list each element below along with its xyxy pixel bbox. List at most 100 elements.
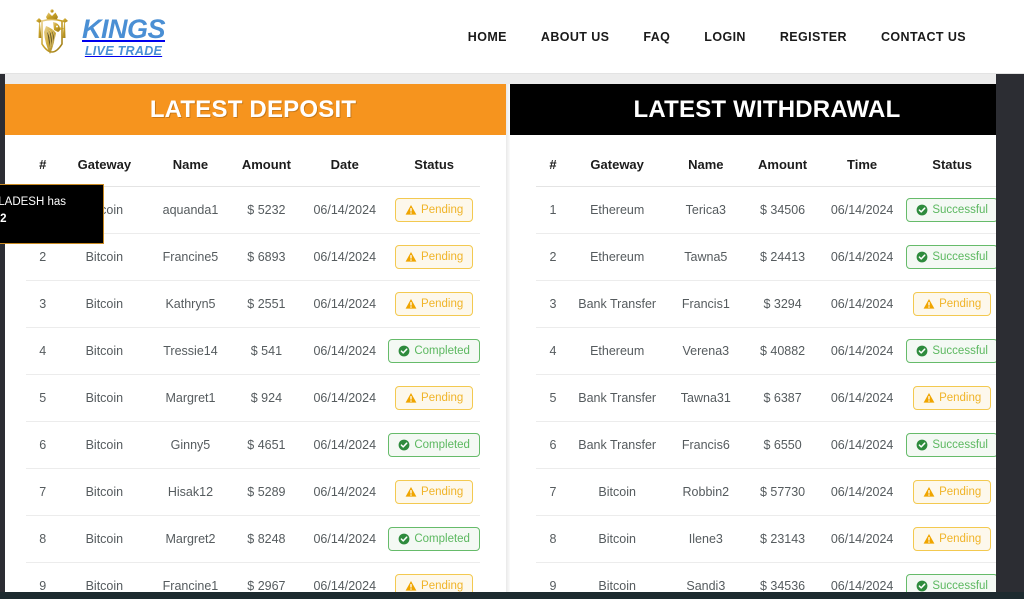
row-amount: $ 5232 — [231, 186, 302, 234]
table-row[interactable]: 4 Bitcoin Tressie14 $ 541 06/14/2024 Complete… — [26, 327, 480, 375]
check-circle-icon — [398, 533, 410, 545]
warning-triangle-icon — [405, 298, 417, 310]
status-badge: Successful — [906, 339, 998, 363]
toast-message: NGLADESH has — [0, 196, 67, 208]
row-date: 06/14/2024 — [817, 374, 907, 422]
status-badge: Pending — [913, 527, 992, 551]
row-date: 06/14/2024 — [301, 280, 389, 328]
withdrawal-table-body: 1 Ethereum Terica3 $ 34506 06/14/2024 Success… — [536, 186, 998, 599]
table-row[interactable]: 8 Bitcoin Margret2 $ 8248 06/14/2024 Complete… — [26, 515, 480, 563]
status-label: Pending — [939, 486, 982, 498]
nav-item-faq[interactable]: FAQ — [643, 30, 670, 44]
status-label: Completed — [414, 439, 470, 451]
status-badge: Completed — [388, 339, 480, 363]
row-name: Francis6 — [664, 421, 748, 469]
table-row[interactable]: 3 Bitcoin Kathryn5 $ 2551 06/14/2024 Pending — [26, 280, 480, 328]
status-label: Completed — [414, 345, 470, 357]
deposit-col-gateway: Gateway — [77, 157, 132, 172]
table-row[interactable]: 7 Bitcoin Robbin2 $ 57730 06/14/2024 Pending — [536, 468, 998, 516]
table-row[interactable]: 4 Ethereum Verena3 $ 40882 06/14/2024 Success… — [536, 327, 998, 375]
row-amount: $ 2551 — [231, 280, 302, 328]
page-root: KINGS LIVE TRADE HOME ABOUT US FAQ LOGIN… — [0, 0, 1024, 599]
row-amount: $ 40882 — [747, 327, 818, 375]
status-badge: Successful — [906, 245, 998, 269]
row-index: 1 — [536, 186, 570, 234]
deposit-col-amount: Amount — [241, 157, 291, 172]
row-name: Francine5 — [149, 233, 232, 281]
latest-withdrawal-title: LATEST WITHDRAWAL — [510, 84, 1024, 135]
row-name: Tressie14 — [149, 327, 232, 375]
withdrawal-col-time: Time — [847, 157, 878, 172]
row-gateway: Bitcoin — [59, 374, 150, 422]
row-index: 8 — [26, 515, 60, 563]
table-row[interactable]: 8 Bitcoin Ilene3 $ 23143 06/14/2024 Pending — [536, 515, 998, 563]
check-circle-icon — [916, 580, 928, 592]
row-amount: $ 3294 — [747, 280, 818, 328]
warning-triangle-icon — [405, 251, 417, 263]
status-label: Pending — [421, 298, 464, 310]
withdrawal-table: # Gateway Name Amount Time Status 1 Ether… — [536, 135, 998, 599]
row-gateway: Bitcoin — [59, 421, 150, 469]
withdrawal-col-gateway: Gateway — [590, 157, 644, 172]
row-date: 06/14/2024 — [817, 468, 907, 516]
frame-edge-bottom — [0, 592, 1024, 599]
check-circle-icon — [916, 439, 928, 451]
status-badge: Pending — [913, 386, 992, 410]
status-badge: Completed — [388, 527, 480, 551]
status-badge: Pending — [395, 292, 474, 316]
row-gateway: Bitcoin — [59, 327, 150, 375]
row-index: 3 — [26, 280, 60, 328]
warning-triangle-icon — [923, 486, 935, 498]
withdrawal-col-amount: Amount — [758, 157, 808, 172]
main-navigation: HOME ABOUT US FAQ LOGIN REGISTER CONTACT… — [468, 30, 966, 44]
warning-triangle-icon — [923, 392, 935, 404]
row-date: 06/14/2024 — [301, 233, 389, 281]
table-row[interactable]: 2 Ethereum Tawna5 $ 24413 06/14/2024 Successf… — [536, 233, 998, 281]
warning-triangle-icon — [405, 486, 417, 498]
brand-logo[interactable]: KINGS LIVE TRADE — [26, 8, 166, 66]
row-name: Verena3 — [664, 327, 748, 375]
nav-item-home[interactable]: HOME — [468, 30, 507, 44]
row-amount: $ 924 — [231, 374, 302, 422]
warning-triangle-icon — [405, 392, 417, 404]
row-gateway: Bank Transfer — [569, 421, 665, 469]
status-label: Pending — [421, 486, 464, 498]
table-row[interactable]: 5 Bitcoin Margret1 $ 924 06/14/2024 Pending — [26, 374, 480, 422]
row-name: Francis1 — [664, 280, 748, 328]
status-badge: Successful — [906, 433, 998, 457]
row-gateway: Bitcoin — [59, 280, 150, 328]
status-badge: Pending — [395, 480, 474, 504]
row-index: 6 — [536, 421, 570, 469]
table-row[interactable]: 1 Ethereum Terica3 $ 34506 06/14/2024 Success… — [536, 186, 998, 234]
row-gateway: Bitcoin — [569, 468, 665, 516]
table-row[interactable]: 6 Bank Transfer Francis6 $ 6550 06/14/2024 Su… — [536, 421, 998, 469]
row-index: 7 — [26, 468, 60, 516]
frame-edge-right — [996, 74, 1024, 599]
row-name: Robbin2 — [664, 468, 748, 516]
table-row[interactable]: 7 Bitcoin Hisak12 $ 5289 06/14/2024 Pending — [26, 468, 480, 516]
status-label: Pending — [421, 251, 464, 263]
status-label: Pending — [421, 392, 464, 404]
nav-item-login[interactable]: LOGIN — [704, 30, 746, 44]
deposit-table-header-row: # Gateway Name Amount Date Status — [26, 135, 480, 187]
brand-tagline: LIVE TRADE — [84, 43, 163, 58]
table-row[interactable]: 3 Bank Transfer Francis1 $ 3294 06/14/2024 Pe… — [536, 280, 998, 328]
table-row[interactable]: 5 Bank Transfer Tawna31 $ 6387 06/14/2024 Pen… — [536, 374, 998, 422]
status-badge: Pending — [913, 292, 992, 316]
row-index: 7 — [536, 468, 570, 516]
latest-withdrawal-panel: LATEST WITHDRAWAL # Gateway Name Amount … — [510, 84, 1024, 599]
nav-item-about-us[interactable]: ABOUT US — [541, 30, 609, 44]
row-amount: $ 4651 — [231, 421, 302, 469]
nav-item-register[interactable]: REGISTER — [780, 30, 847, 44]
row-gateway: Bitcoin — [59, 515, 150, 563]
warning-triangle-icon — [923, 533, 935, 545]
row-date: 06/14/2024 — [817, 233, 907, 281]
row-amount: $ 6387 — [747, 374, 818, 422]
transactions-panels: LATEST DEPOSIT # Gateway Name Amount Dat… — [0, 84, 1024, 599]
table-row[interactable]: 6 Bitcoin Ginny5 $ 4651 06/14/2024 Completed — [26, 421, 480, 469]
withdrawal-col-name: Name — [688, 157, 724, 172]
row-amount: $ 6550 — [747, 421, 818, 469]
nav-item-contact-us[interactable]: CONTACT US — [881, 30, 966, 44]
latest-deposit-title: LATEST DEPOSIT — [0, 84, 506, 135]
transaction-notification-toast[interactable]: NGLADESH has 4332 — [0, 184, 104, 244]
